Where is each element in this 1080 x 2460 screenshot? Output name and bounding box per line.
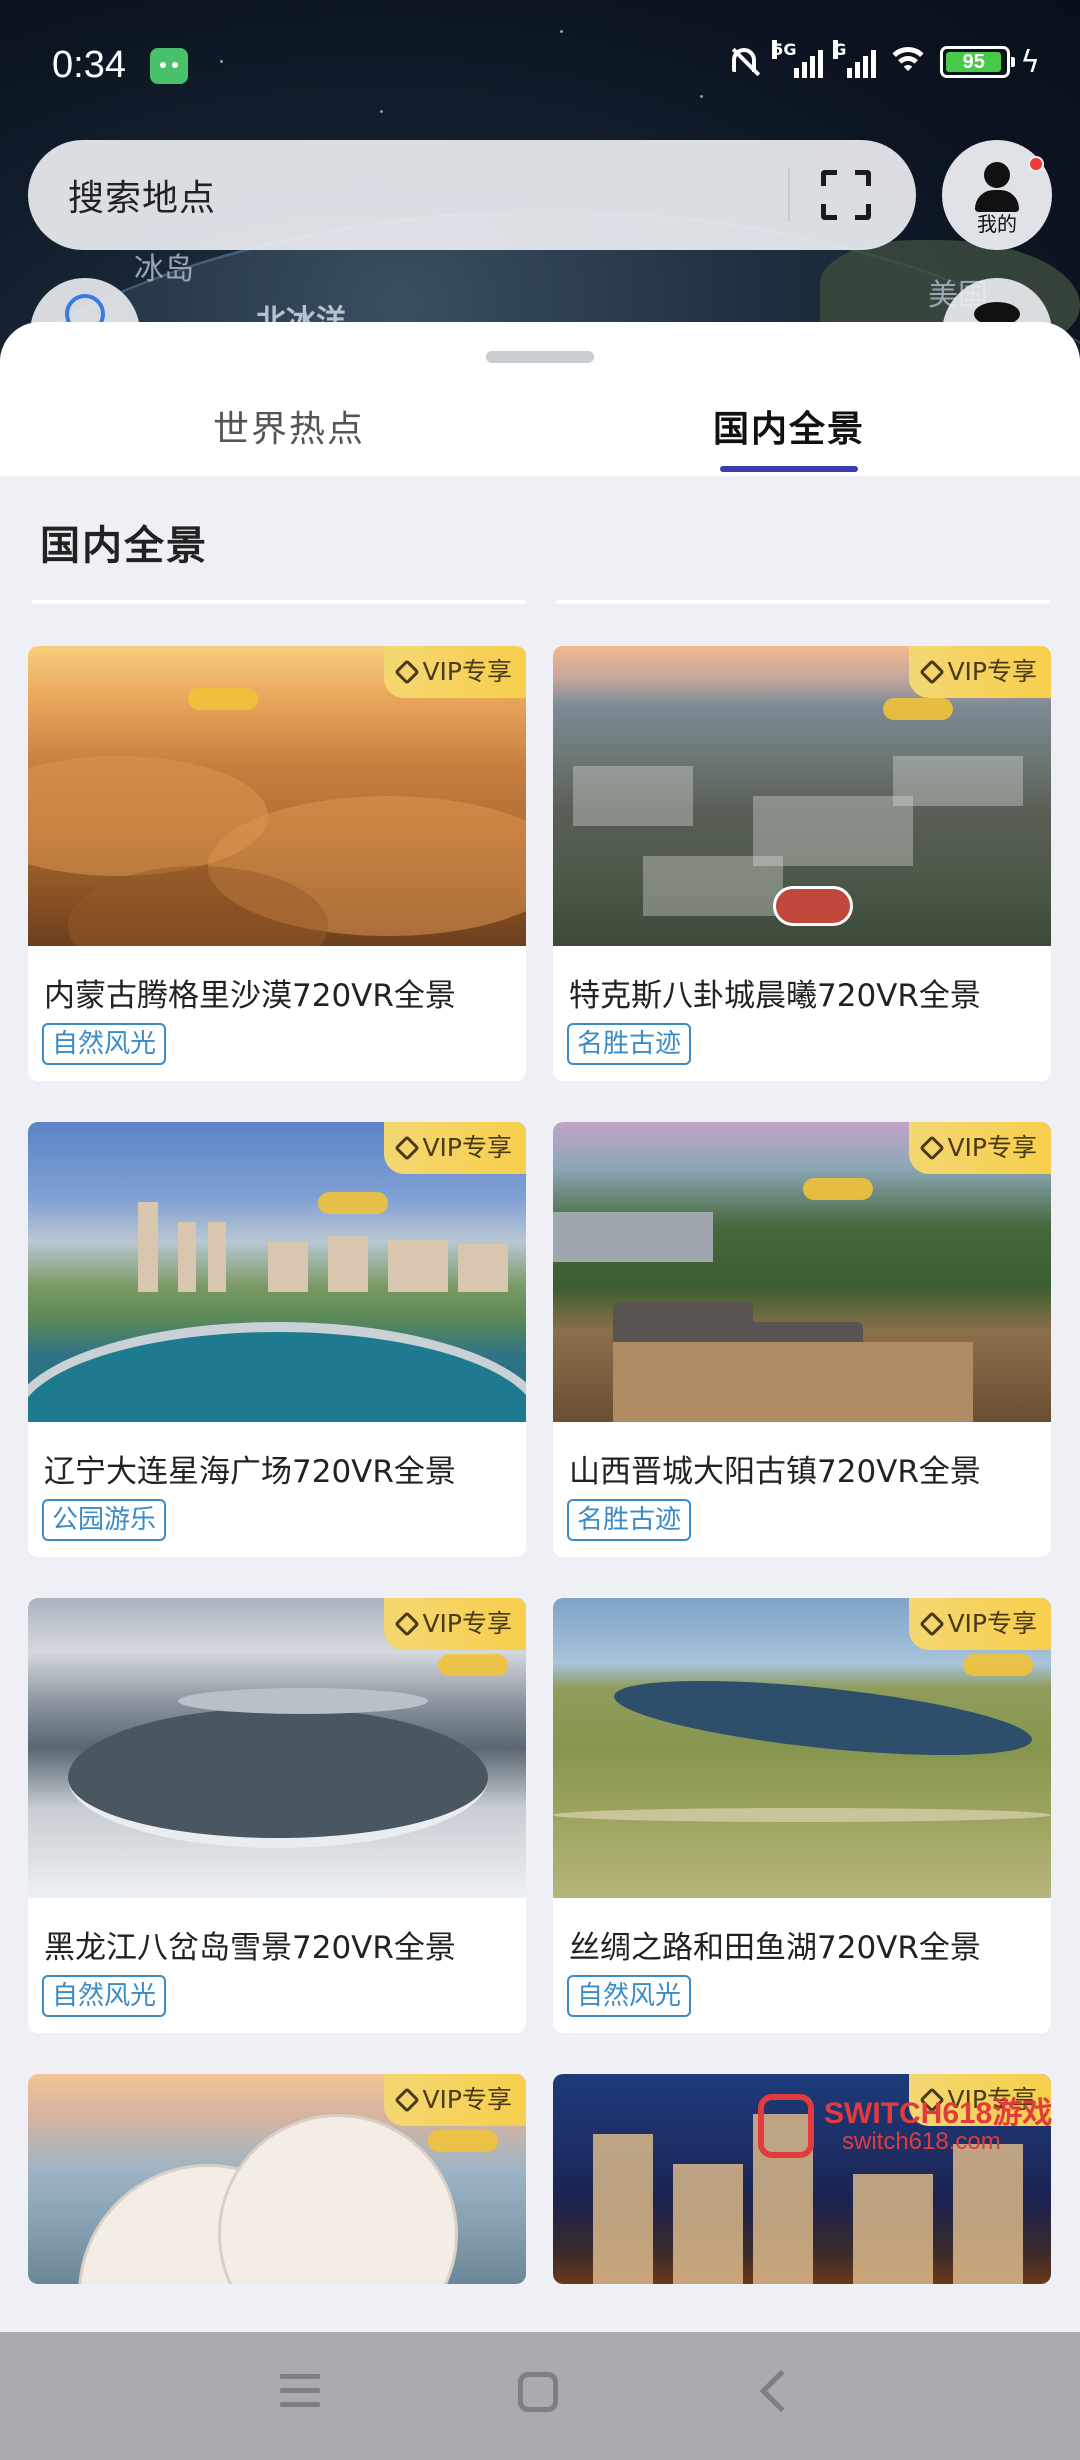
vip-label: VIP专享 bbox=[947, 1133, 1037, 1162]
charging-bolt-icon: ϟ bbox=[1020, 44, 1040, 80]
vip-badge: VIP专享 bbox=[384, 2074, 526, 2126]
back-icon[interactable] bbox=[759, 2369, 803, 2413]
vip-label: VIP专享 bbox=[947, 1609, 1037, 1638]
status-time: 0:34 bbox=[52, 44, 126, 86]
active-tab-indicator bbox=[720, 466, 858, 472]
lake-shape bbox=[611, 1666, 1035, 1770]
watermark-title: SWITCH618游戏 bbox=[824, 2097, 1053, 2130]
card-thumbnail: VIP专享 bbox=[553, 1598, 1051, 1898]
android-app-icon bbox=[150, 48, 188, 84]
network-type-label: 5G bbox=[772, 40, 797, 59]
vip-label: VIP专享 bbox=[422, 657, 512, 686]
system-nav-bar bbox=[0, 2332, 1080, 2460]
peek-card-edge bbox=[32, 600, 526, 604]
panorama-card[interactable]: VIP专享 丝绸之路和田鱼湖720VR全景 自然风光 bbox=[553, 1598, 1051, 2033]
card-title: 丝绸之路和田鱼湖720VR全景 bbox=[569, 1930, 981, 1966]
diamond-icon bbox=[919, 659, 946, 685]
vip-badge: VIP专享 bbox=[909, 646, 1051, 698]
battery-level: 95 bbox=[946, 52, 1002, 72]
switch-logo-icon bbox=[758, 2094, 814, 2158]
card-thumbnail: VIP专享 bbox=[553, 646, 1051, 946]
vip-label: VIP专享 bbox=[422, 1133, 512, 1162]
vip-badge: VIP专享 bbox=[909, 1122, 1051, 1174]
category-tag: 自然风光 bbox=[567, 1975, 692, 2017]
bottom-sheet: 世界热点 国内全景 国内全景 VIP专享 内蒙古腾格里沙漠720VR全景 自然风… bbox=[0, 322, 1080, 2332]
vip-badge: VIP专享 bbox=[384, 1122, 526, 1174]
mute-bell-icon bbox=[726, 44, 762, 80]
diamond-icon bbox=[394, 659, 421, 685]
diamond-icon bbox=[394, 1135, 421, 1161]
card-thumbnail: VIP专享 bbox=[28, 1598, 526, 1898]
watermark-url: switch618.com bbox=[842, 2128, 1001, 2155]
status-icons: 5G G 95 ϟ bbox=[726, 40, 1040, 80]
category-tag: 自然风光 bbox=[42, 1975, 167, 2017]
card-thumbnail: VIP专享 bbox=[28, 2074, 526, 2284]
network-type-label: G bbox=[833, 40, 847, 59]
panorama-card[interactable]: VIP专享 内蒙古腾格里沙漠720VR全景 自然风光 bbox=[28, 646, 526, 1081]
profile-label: 我的 bbox=[977, 212, 1017, 236]
section-title: 国内全景 bbox=[40, 523, 208, 569]
diamond-icon bbox=[919, 1611, 946, 1637]
search-bar[interactable]: 搜索地点 bbox=[28, 140, 916, 250]
card-title: 辽宁大连星海广场720VR全景 bbox=[44, 1454, 456, 1490]
user-icon bbox=[984, 162, 1010, 188]
card-title: 特克斯八卦城晨曦720VR全景 bbox=[569, 978, 981, 1014]
map-label-iceland: 冰岛 bbox=[134, 252, 194, 287]
site-watermark: SWITCH618游戏 switch618.com bbox=[758, 2088, 1078, 2184]
card-thumbnail: VIP专享 bbox=[28, 646, 526, 946]
card-title: 内蒙古腾格里沙漠720VR全景 bbox=[44, 978, 456, 1014]
vip-label: VIP专享 bbox=[422, 2085, 512, 2114]
search-input[interactable]: 搜索地点 bbox=[68, 169, 216, 221]
diamond-icon bbox=[394, 2087, 421, 2113]
diamond-icon bbox=[394, 1611, 421, 1637]
card-thumbnail: VIP专享 bbox=[553, 1122, 1051, 1422]
profile-button[interactable]: 我的 bbox=[942, 140, 1052, 250]
card-thumbnail: VIP专享 bbox=[28, 1122, 526, 1422]
category-tag: 公园游乐 bbox=[42, 1499, 167, 1541]
peek-card-edge bbox=[556, 600, 1050, 604]
diamond-icon bbox=[919, 1135, 946, 1161]
drag-handle[interactable] bbox=[486, 351, 594, 363]
vip-label: VIP专享 bbox=[422, 1609, 512, 1638]
category-tag: 名胜古迹 bbox=[567, 1023, 692, 1065]
tab-world-hotspots[interactable]: 世界热点 bbox=[213, 400, 365, 452]
panorama-card[interactable]: VIP专享 特克斯八卦城晨曦720VR全景 名胜古迹 bbox=[553, 646, 1051, 1081]
category-tag: 自然风光 bbox=[42, 1023, 167, 1065]
notification-dot bbox=[1028, 156, 1044, 172]
panorama-card[interactable]: VIP专享 黑龙江八岔岛雪景720VR全景 自然风光 bbox=[28, 1598, 526, 2033]
battery-icon: 95 bbox=[940, 46, 1016, 78]
scan-icon[interactable] bbox=[821, 170, 871, 220]
status-bar: 0:34 5G G 95 ϟ bbox=[0, 0, 1080, 140]
recent-apps-icon[interactable] bbox=[280, 2374, 320, 2410]
card-title: 黑龙江八岔岛雪景720VR全景 bbox=[44, 1930, 456, 1966]
wifi-icon bbox=[886, 45, 931, 79]
tab-domestic-panorama[interactable]: 国内全景 bbox=[713, 400, 865, 452]
panorama-card[interactable]: VIP专享 bbox=[28, 2074, 526, 2284]
sheet-header: 世界热点 国内全景 bbox=[0, 322, 1080, 476]
signal-5g-icon: 5G bbox=[772, 40, 824, 78]
card-title: 山西晋城大阳古镇720VR全景 bbox=[569, 1454, 981, 1490]
vip-badge: VIP专享 bbox=[384, 1598, 526, 1650]
signal-g-icon: G bbox=[833, 40, 877, 78]
search-divider bbox=[788, 168, 790, 222]
category-tag: 名胜古迹 bbox=[567, 1499, 692, 1541]
panorama-card[interactable]: VIP专享 山西晋城大阳古镇720VR全景 名胜古迹 bbox=[553, 1122, 1051, 1557]
vip-badge: VIP专享 bbox=[909, 1598, 1051, 1650]
home-icon[interactable] bbox=[518, 2372, 558, 2412]
vip-badge: VIP专享 bbox=[384, 646, 526, 698]
vip-label: VIP专享 bbox=[947, 657, 1037, 686]
panorama-card[interactable]: VIP专享 辽宁大连星海广场720VR全景 公园游乐 bbox=[28, 1122, 526, 1557]
